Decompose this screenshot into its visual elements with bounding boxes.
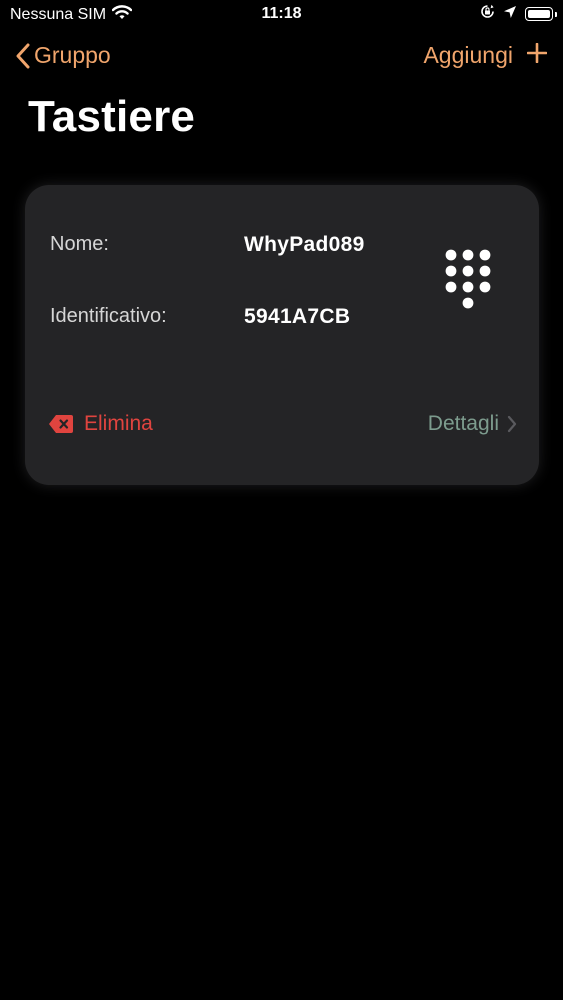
location-icon [503, 5, 517, 24]
identifier-label: Identificativo: [50, 305, 167, 327]
orientation-lock-icon [480, 4, 495, 24]
battery-icon [525, 7, 557, 21]
status-time: 11:18 [261, 5, 302, 22]
status-right [480, 4, 557, 24]
back-button[interactable]: Gruppo [16, 42, 111, 69]
add-label: Aggiungi [423, 42, 513, 68]
name-value: WhyPad089 [244, 233, 365, 256]
page-title: Tastiere [28, 92, 196, 141]
details-button[interactable]: Dettagli [428, 412, 517, 436]
keyboard-card[interactable]: Nome: WhyPad089 Identificativo: 5941A7CB… [25, 185, 539, 485]
plus-icon [526, 42, 548, 69]
name-label: Nome: [50, 233, 109, 255]
details-label: Dettagli [427, 412, 499, 435]
delete-icon [49, 415, 73, 433]
chevron-right-icon [507, 415, 517, 433]
identifier-value: 5941A7CB [244, 305, 351, 328]
add-button[interactable]: Aggiungi [423, 42, 548, 69]
keypad-icon [445, 249, 493, 316]
delete-label: Elimina [84, 412, 153, 435]
delete-button[interactable]: Elimina [48, 412, 153, 436]
status-bar: Nessuna SIM 11:18 [0, 0, 563, 30]
back-label: Gruppo [34, 42, 111, 68]
chevron-left-icon [16, 43, 30, 68]
